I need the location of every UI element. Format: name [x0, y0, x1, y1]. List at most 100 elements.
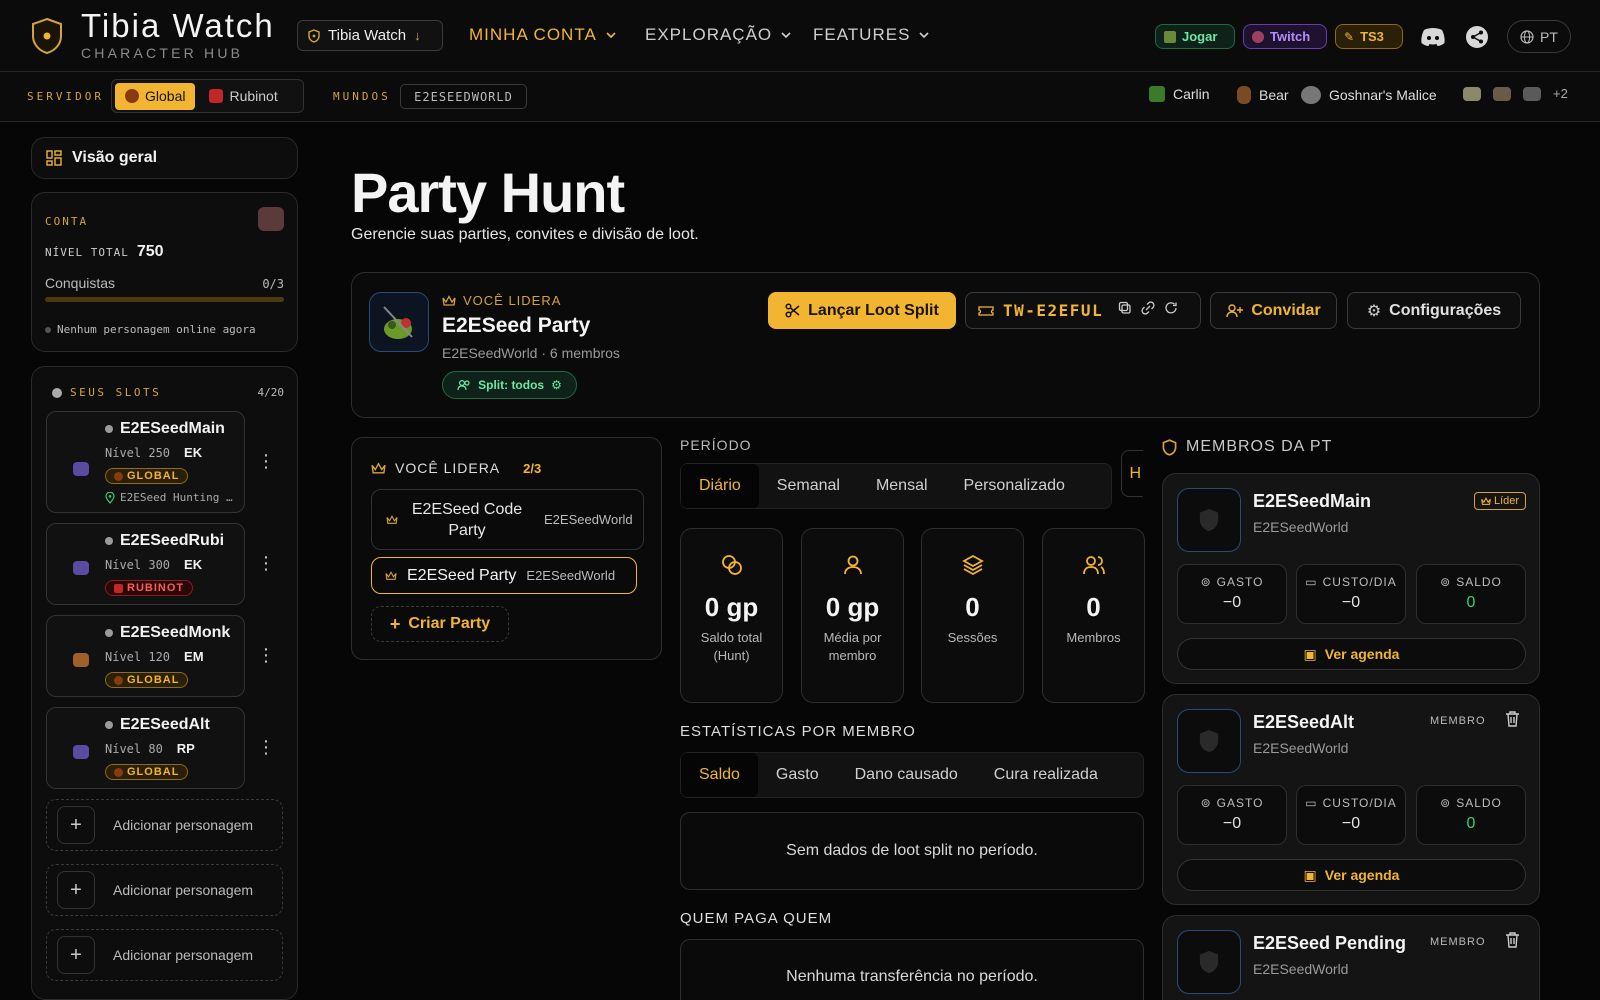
member-card: E2ESeedAlt E2ESeedWorld MEMBRO ⊚ GASTO −0 …	[1162, 694, 1540, 905]
nav-label: MINHA CONTA	[469, 25, 597, 44]
lead-party-world: E2ESeedWorld	[544, 512, 633, 527]
tab-personalizado[interactable]: Personalizado	[946, 464, 1083, 508]
create-party-button[interactable]: + Criar Party	[371, 606, 509, 642]
discord-icon[interactable]	[1418, 22, 1448, 52]
settings-label: Configurações	[1389, 301, 1502, 319]
stat-value: −0	[1222, 815, 1242, 832]
member-world: E2ESeedWorld	[1253, 519, 1349, 535]
gear-icon: ⚙	[551, 378, 562, 392]
lead-parties-header: VOCÊ LIDERA 2/3	[371, 460, 541, 476]
party-name: E2ESeed Party	[442, 314, 591, 337]
lead-parties-label: VOCÊ LIDERA	[395, 460, 501, 476]
link-icon[interactable]	[1141, 301, 1155, 320]
lead-party-name: E2ESeed Code Party	[411, 500, 523, 539]
member-name: E2ESeedMain	[1253, 491, 1372, 511]
invite-button[interactable]: Convidar	[1210, 292, 1337, 329]
copy-icon[interactable]	[1118, 301, 1132, 320]
members-header: MEMBROS DA PT	[1162, 438, 1332, 456]
slot-card[interactable]: E2ESeedMonk Nível 120 EM GLOBAL	[46, 615, 245, 697]
kebab-menu-icon[interactable]: ⋮	[257, 737, 275, 758]
split-badge[interactable]: Split: todos ⚙	[442, 371, 577, 399]
server-badge-text: RUBINOT	[127, 582, 185, 594]
character-name-text: E2ESeedRubi	[120, 532, 225, 549]
shield-logo-icon[interactable]	[30, 17, 64, 55]
stat-label: SALDO	[1456, 575, 1502, 589]
party-leader-tag: VOCÊ LIDERA	[442, 293, 561, 308]
slot-card[interactable]: E2ESeedMain Nível 250 EK GLOBAL E2ESeed H…	[46, 411, 245, 513]
boss-extra-icons[interactable]: +2	[1463, 86, 1568, 101]
server-rubinot-button[interactable]: Rubinot	[199, 83, 287, 110]
kebab-menu-icon[interactable]: ⋮	[257, 553, 275, 574]
layers-icon	[961, 554, 984, 576]
overview-button[interactable]: Visão geral	[31, 137, 298, 179]
lead-party-item-selected[interactable]: E2ESeed Party E2ESeedWorld	[371, 557, 637, 594]
server-label: Global	[145, 88, 186, 104]
add-character-button[interactable]: + Adicionar personagem	[46, 929, 283, 981]
share-icon[interactable]	[1462, 22, 1492, 52]
member-stats-label: ESTATÍSTICAS POR MEMBRO	[680, 723, 916, 740]
plus-icon: +	[57, 936, 95, 974]
user-plus-icon	[1226, 303, 1244, 317]
slot-card[interactable]: E2ESeedRubi Nível 300 EK RUBINOT	[46, 523, 245, 605]
twitch-button[interactable]: Twitch	[1243, 24, 1327, 49]
tab-dano[interactable]: Dano causado	[837, 753, 976, 797]
lead-party-item[interactable]: E2ESeed Code Party E2ESeedWorld	[371, 489, 644, 550]
tab-cura[interactable]: Cura realizada	[976, 753, 1116, 797]
level-text: Nível 120	[105, 649, 171, 664]
server-global-button[interactable]: Global	[115, 82, 196, 110]
account-card: CONTA NÍVEL TOTAL 750 Conquistas 0/3 Nen…	[31, 192, 298, 352]
stat-label: Média por membro	[823, 630, 882, 663]
trash-icon[interactable]	[1505, 710, 1520, 732]
shield-placeholder-icon	[1199, 951, 1219, 973]
nav-exploracao[interactable]: EXPLORAÇÃO	[645, 25, 792, 45]
goshnar-creature-icon	[1301, 86, 1321, 104]
tab-saldo[interactable]: Saldo	[681, 753, 758, 797]
conta-label: CONTA	[45, 215, 89, 228]
jogar-button[interactable]: Jogar	[1155, 24, 1235, 49]
tab-semanal[interactable]: Semanal	[759, 464, 858, 508]
offline-dot-icon	[105, 629, 113, 637]
character-level: Nível 80 RP	[105, 741, 195, 756]
nav-features[interactable]: FEATURES	[813, 25, 930, 45]
add-character-button[interactable]: + Adicionar personagem	[46, 864, 283, 916]
refresh-icon[interactable]	[1164, 301, 1178, 320]
view-schedule-button[interactable]: ▣ Ver agenda	[1177, 638, 1526, 670]
world-chip[interactable]: E2ESEEDWORLD	[400, 84, 527, 109]
top-bar: Tibia Watch CHARACTER HUB Tibia Watch ↓ …	[0, 0, 1600, 72]
stat-label: Sessões	[947, 630, 998, 645]
settings-button[interactable]: ⚙ Configurações	[1347, 292, 1521, 329]
kebab-menu-icon[interactable]: ⋮	[257, 645, 275, 666]
slot-card[interactable]: E2ESeedAlt Nível 80 RP GLOBAL	[46, 707, 245, 789]
stat-value: −0	[1222, 594, 1242, 611]
server-badge-icon	[114, 767, 123, 777]
status-dot-icon	[45, 326, 51, 333]
member-stat-gasto: ⊚ GASTO −0	[1177, 785, 1287, 845]
site-select[interactable]: Tibia Watch ↓	[297, 20, 443, 51]
tab-gasto[interactable]: Gasto	[758, 753, 837, 797]
view-schedule-button[interactable]: ▣ Ver agenda	[1177, 859, 1526, 891]
member-avatar	[1177, 709, 1241, 773]
boss-label: Carlin	[1173, 86, 1210, 102]
boss-carlin[interactable]: Carlin	[1149, 86, 1210, 102]
member-avatar	[1177, 488, 1241, 552]
ts3-button[interactable]: ✎ TS3	[1335, 24, 1403, 49]
server-label: Rubinot	[229, 88, 278, 104]
launch-loot-split-button[interactable]: Lançar Loot Split	[768, 292, 956, 329]
nav-minha-conta[interactable]: MINHA CONTA	[469, 25, 617, 45]
member-card: E2ESeedMain E2ESeedWorld Líder ⊚ GASTO −0 …	[1162, 473, 1540, 684]
kebab-menu-icon[interactable]: ⋮	[257, 451, 275, 472]
brand[interactable]: Tibia Watch CHARACTER HUB	[81, 8, 275, 62]
party-card: VOCÊ LIDERA E2ESeed Party E2ESeedWorld ·…	[351, 272, 1540, 418]
crown-icon	[371, 461, 386, 473]
tab-mensal[interactable]: Mensal	[858, 464, 946, 508]
tab-diario[interactable]: Diário	[681, 464, 759, 508]
boss-goshnar[interactable]: Goshnar's Malice	[1301, 86, 1437, 104]
stat-label: CUSTO/DIA	[1322, 575, 1397, 589]
period-overflow-button[interactable]: H	[1121, 450, 1143, 497]
add-character-button[interactable]: + Adicionar personagem	[46, 799, 283, 851]
boss-bear[interactable]: Bear	[1237, 86, 1289, 104]
language-select[interactable]: PT	[1507, 20, 1571, 53]
trash-icon[interactable]	[1505, 931, 1520, 953]
chevron-down-icon	[606, 32, 616, 39]
stat-value: −0	[1341, 815, 1361, 832]
